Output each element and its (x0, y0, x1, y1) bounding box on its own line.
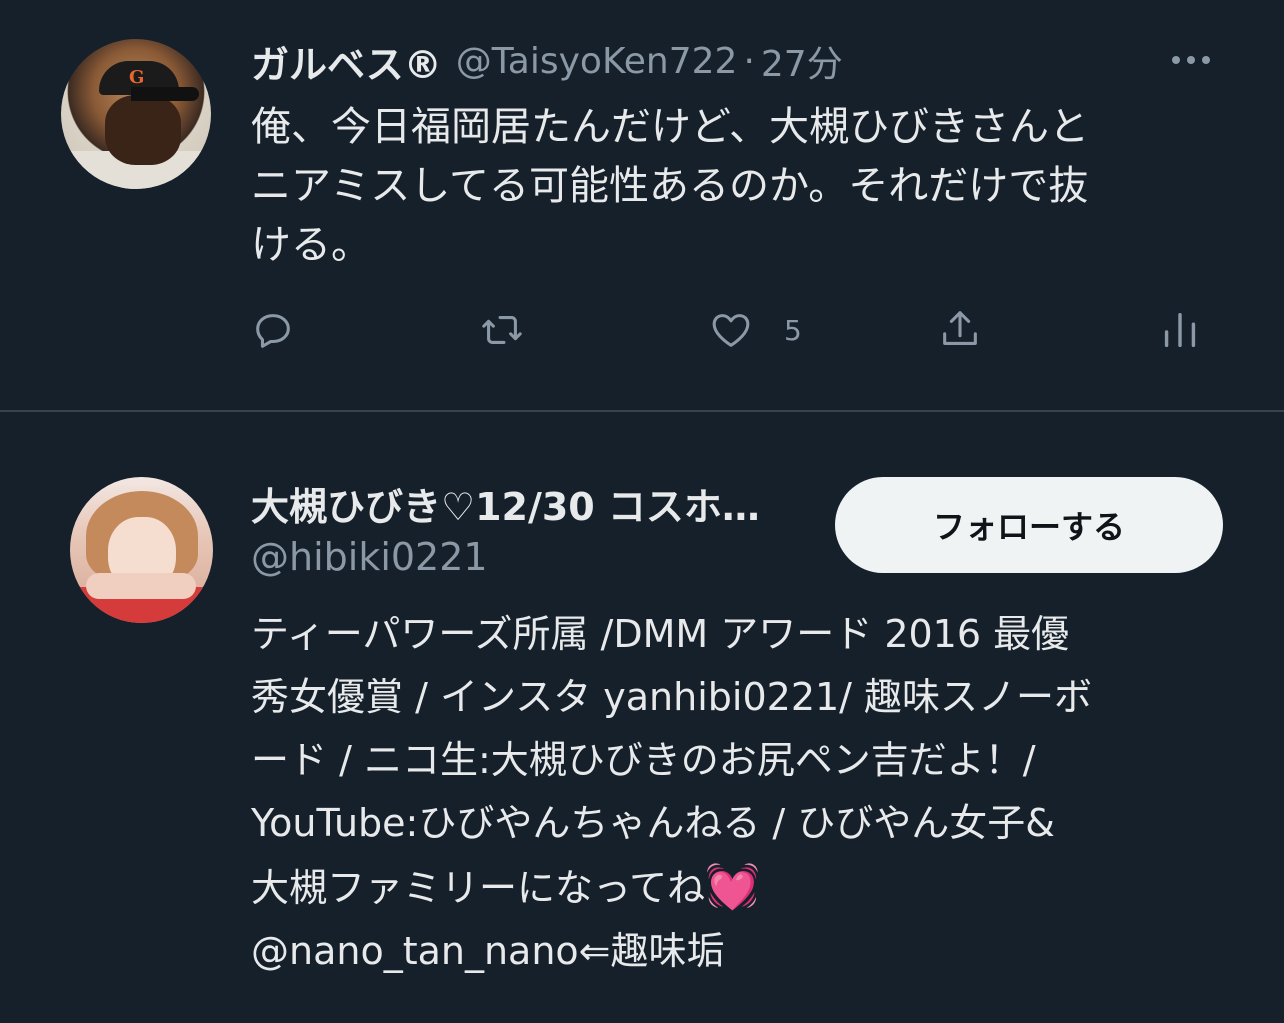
avatar-cap-brim (131, 87, 199, 101)
avatar-hands (86, 573, 196, 599)
timeline: G ガルベス® @TaisyoKen722 · 27分 俺、今日福岡居たんだけど… (0, 0, 1284, 1023)
like-button[interactable]: 5 (708, 305, 802, 355)
reply-button[interactable] (250, 305, 296, 355)
account-avatar[interactable] (70, 477, 213, 623)
more-options-icon[interactable] (1172, 50, 1222, 70)
heart-icon (712, 314, 750, 347)
avatar-cap-logo: G (129, 67, 145, 88)
retweet-button[interactable] (479, 305, 525, 355)
beating-heart-emoji: 💓 (705, 861, 760, 912)
avatar-face (105, 95, 181, 165)
tweet-author-handle[interactable]: @TaisyoKen722 (456, 41, 738, 82)
account-handle[interactable]: @hibiki0221 (251, 535, 488, 579)
account-bio: ティーパワーズ所属 /DMM アワード 2016 最優 秀女優賞 / インスタ … (251, 603, 1221, 983)
analytics-icon (1164, 312, 1196, 348)
reply-icon (256, 314, 290, 348)
tweet-author-avatar[interactable]: G (61, 39, 211, 189)
bio-mention-line[interactable]: @nano_tan_nano⇐趣味垢 (251, 929, 725, 973)
account-display-name[interactable]: 大槻ひびき♡12/30 コスホ… (251, 476, 760, 531)
share-icon (943, 311, 977, 345)
like-count: 5 (784, 313, 802, 347)
share-button[interactable] (937, 305, 983, 355)
retweet-icon (482, 316, 522, 344)
tweet-meta-separator: · (743, 40, 755, 82)
tweet-text: 俺、今日福岡居たんだけど、大槻ひびきさんと ニアミスしてる可能性あるのか。それだ… (251, 104, 1089, 268)
tweet[interactable]: G ガルベス® @TaisyoKen722 · 27分 俺、今日福岡居たんだけど… (0, 0, 1284, 410)
follow-button[interactable]: フォローする (835, 477, 1223, 573)
analytics-button[interactable] (1157, 305, 1203, 355)
tweet-actions: 5 (0, 305, 1284, 355)
bio-text: ティーパワーズ所属 /DMM アワード 2016 最優 秀女優賞 / インスタ … (251, 612, 1093, 910)
tweet-header: ガルベス® @TaisyoKen722 · 27分 (251, 34, 843, 89)
tweet-divider (0, 410, 1284, 412)
tweet-timestamp[interactable]: 27分 (761, 35, 843, 87)
tweet-author-name[interactable]: ガルベス® (251, 34, 442, 89)
